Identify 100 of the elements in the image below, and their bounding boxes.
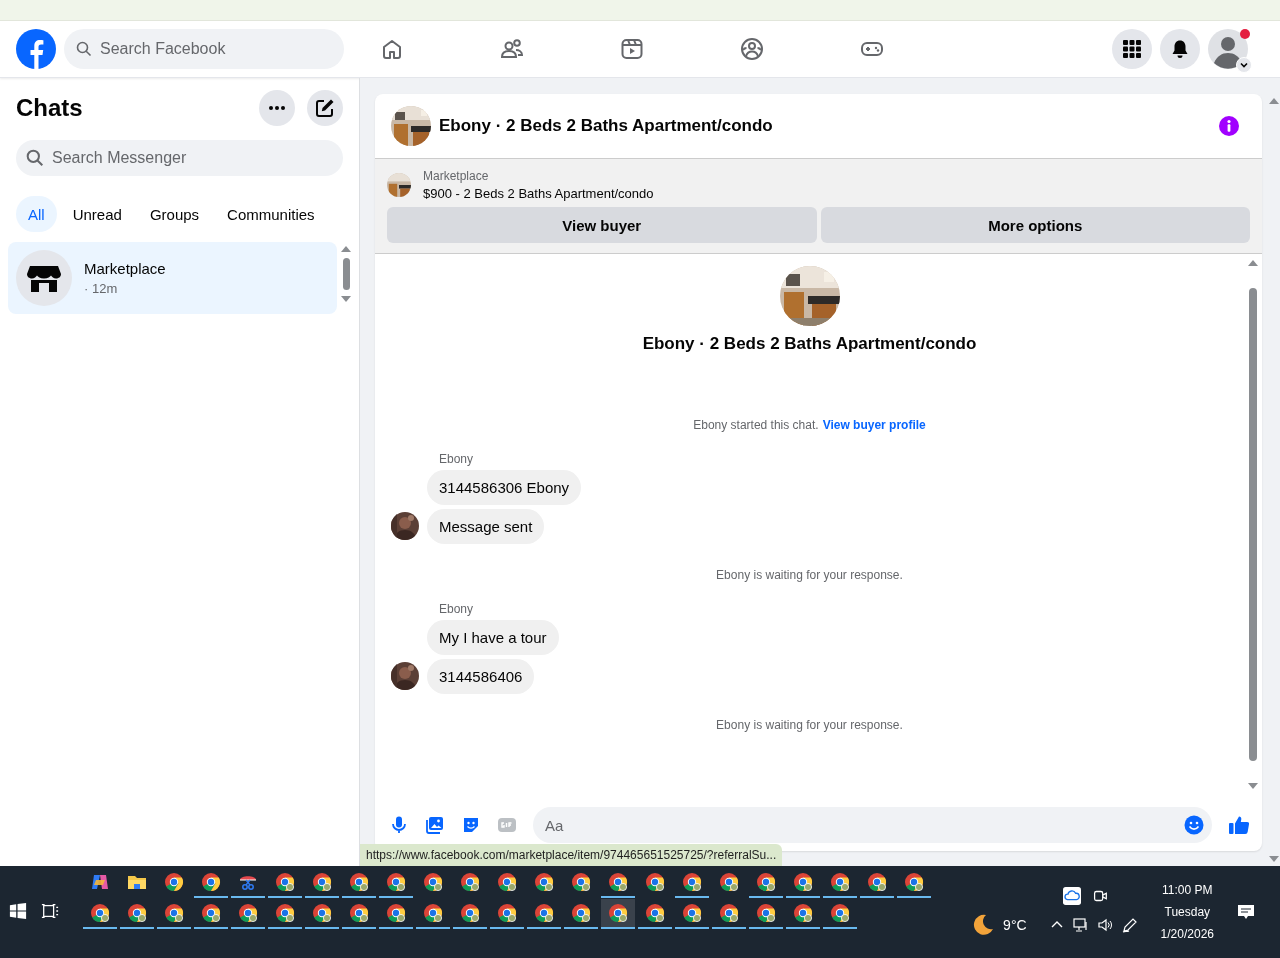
- more-options-button[interactable]: [259, 90, 295, 126]
- notifications-button[interactable]: [1160, 29, 1200, 69]
- chrome-icon: [386, 903, 406, 923]
- store-icon: [16, 250, 72, 306]
- chrome-icon: [756, 903, 776, 923]
- groups-icon[interactable]: [740, 37, 764, 61]
- chrome-icon: [756, 872, 776, 892]
- chrome-icon: [201, 903, 221, 923]
- pen-icon[interactable]: [1120, 917, 1137, 933]
- chrome-icon: [164, 903, 184, 923]
- chrome-icon: [238, 903, 258, 923]
- chat-time: · 12m: [84, 281, 119, 296]
- filter-tab[interactable]: All: [16, 196, 57, 232]
- chrome-icon: [90, 903, 110, 923]
- sender-name: Ebony: [439, 452, 475, 466]
- chrome-icon: [608, 872, 628, 892]
- clock-date[interactable]: 1/20/2026: [1160, 927, 1214, 941]
- listing-label: Marketplace: [423, 169, 490, 183]
- chats-title: Chats: [16, 94, 83, 122]
- filter-tab[interactable]: Groups: [137, 196, 212, 232]
- chrome-icon: [645, 872, 665, 892]
- listing-button[interactable]: More options: [820, 207, 1250, 243]
- microphone-icon[interactable]: [389, 815, 409, 835]
- chrome-icon: [460, 903, 480, 923]
- chrome-icon: [830, 872, 850, 892]
- search-field[interactable]: Search Messenger: [16, 140, 343, 176]
- network-icon[interactable]: [1072, 917, 1089, 933]
- thumbs-up-icon[interactable]: [1228, 814, 1250, 836]
- clock-day[interactable]: Tuesday: [1164, 905, 1211, 919]
- profile-button[interactable]: [1208, 29, 1248, 69]
- chrome-icon: [719, 872, 739, 892]
- info-icon[interactable]: [1218, 115, 1240, 137]
- chat-name: Marketplace: [84, 260, 166, 277]
- video-icon[interactable]: [620, 37, 644, 61]
- search-icon: [76, 41, 92, 57]
- system-message: Ebony is waiting for your response.: [716, 568, 903, 582]
- copilot-icon: [90, 872, 110, 892]
- sticker-icon[interactable]: [461, 815, 481, 835]
- filter-tab[interactable]: Communities: [215, 196, 327, 232]
- bell-icon: [1170, 39, 1190, 59]
- chrome-icon: [349, 872, 369, 892]
- chrome-icon: [719, 903, 739, 923]
- sender-name: Ebony: [439, 602, 475, 616]
- new-message-button[interactable]: [307, 90, 343, 126]
- chrome-icon: [608, 903, 628, 923]
- chrome-icon: [460, 872, 480, 892]
- message-bubble[interactable]: Message sent: [427, 509, 545, 544]
- image-icon[interactable]: [425, 815, 445, 835]
- system-message: Ebony started this chat.: [693, 418, 819, 432]
- chrome-icon: [386, 872, 406, 892]
- chrome-icon: [312, 872, 332, 892]
- chrome-icon: [127, 903, 147, 923]
- cloud-icon[interactable]: [1063, 887, 1082, 905]
- friends-icon[interactable]: [500, 37, 524, 61]
- chrome-icon: [904, 872, 924, 892]
- chrome-icon: [793, 903, 813, 923]
- chrome-icon: [275, 872, 295, 892]
- chrome-icon: [534, 903, 554, 923]
- message-bubble[interactable]: My I have a tour: [427, 620, 559, 655]
- message-input[interactable]: Aa: [533, 807, 1212, 843]
- chrome-icon: [275, 903, 295, 923]
- chrome-icon: [682, 872, 702, 892]
- chrome-icon: [423, 872, 443, 892]
- task-view-icon[interactable]: [41, 902, 59, 920]
- moon-icon[interactable]: [971, 913, 996, 937]
- chrome-icon: [497, 903, 517, 923]
- chrome-icon: [571, 872, 591, 892]
- chrome-icon: [645, 903, 665, 923]
- listing-title[interactable]: $900 - 2 Beds 2 Baths Apartment/condo: [423, 186, 654, 201]
- link-preview: https://www.facebook.com/marketplace/item/974465651525725/?referralSu...: [360, 844, 783, 866]
- message-bubble[interactable]: 3144586406: [427, 659, 535, 694]
- volume-icon[interactable]: [1096, 917, 1113, 933]
- chrome-icon: [830, 903, 850, 923]
- chevron-down-icon[interactable]: [1239, 60, 1249, 70]
- emoji-icon[interactable]: [1184, 815, 1204, 835]
- search-field[interactable]: Search Facebook: [64, 29, 344, 69]
- taskbar-app[interactable]: [601, 899, 635, 929]
- listing-title: Ebony · 2 Beds 2 Baths Apartment/condo: [642, 334, 977, 354]
- chrome-icon: [534, 872, 554, 892]
- facebook-logo[interactable]: [16, 29, 56, 69]
- chrome-icon: [164, 872, 184, 892]
- chrome-icon: [312, 903, 332, 923]
- message-bubble[interactable]: 3144586306 Ebony: [427, 470, 582, 505]
- home-icon[interactable]: [380, 37, 404, 61]
- chat-item[interactable]: Marketplace · 12m: [8, 242, 337, 314]
- system-message: Ebony is waiting for your response.: [716, 718, 903, 732]
- conversation-title[interactable]: Ebony · 2 Beds 2 Baths Apartment/condo: [439, 116, 1210, 136]
- chrome-icon: [423, 903, 443, 923]
- start-button[interactable]: [9, 902, 27, 920]
- more-icon: [269, 106, 285, 110]
- edit-icon: [315, 98, 335, 118]
- chrome-icon: [571, 903, 591, 923]
- menu-button[interactable]: [1112, 29, 1152, 69]
- clock-time[interactable]: 11:00 PM: [1162, 883, 1213, 897]
- grid-icon: [1122, 39, 1142, 59]
- listing-button[interactable]: View buyer: [387, 207, 817, 243]
- buyer-profile-link[interactable]: View buyer profile: [822, 418, 926, 432]
- temperature[interactable]: 9°C: [1003, 917, 1027, 933]
- chrome-icon: [793, 872, 813, 892]
- filter-tab[interactable]: Unread: [60, 196, 134, 232]
